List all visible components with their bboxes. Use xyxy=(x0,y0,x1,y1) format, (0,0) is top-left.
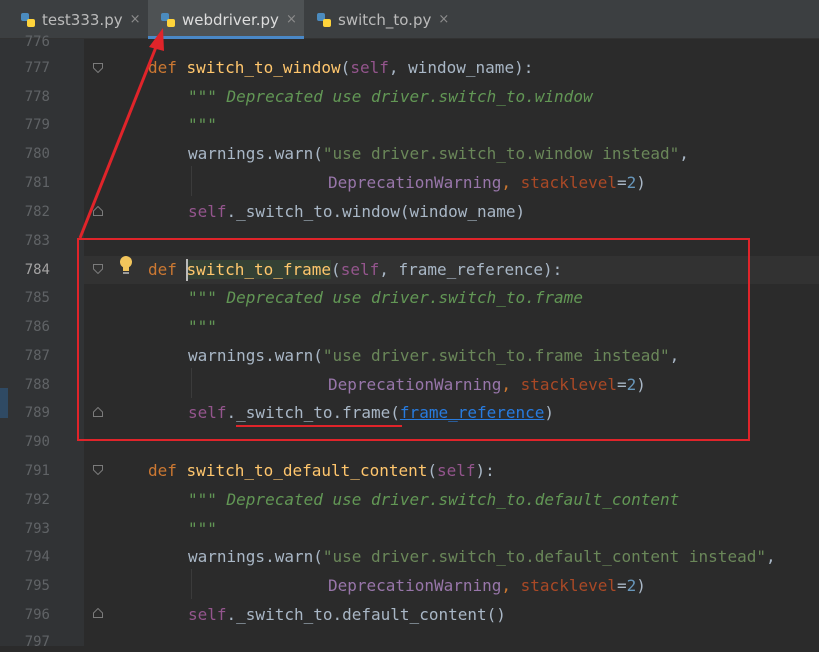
self-keyword: self xyxy=(188,605,227,624)
python-file-icon xyxy=(160,12,176,28)
string-literal: "use driver.switch_to.default_content in… xyxy=(322,547,766,566)
code-text: ._switch_to.default_content() xyxy=(226,605,506,624)
line-number: 796 xyxy=(24,607,50,623)
line-number: 788 xyxy=(24,377,50,393)
keyword-argument: stacklevel xyxy=(520,173,617,192)
code-text: warnings.warn( xyxy=(188,144,323,163)
line-number: 776 xyxy=(24,34,50,50)
code-line-777: def switch_to_window(self, window_name): xyxy=(148,57,533,79)
keyword-argument: stacklevel xyxy=(520,576,617,595)
code-text: ): xyxy=(475,461,495,480)
code-text: , xyxy=(501,576,521,595)
line-number: 791 xyxy=(24,463,50,479)
fold-icon[interactable] xyxy=(93,608,103,618)
close-icon[interactable]: × xyxy=(286,12,297,27)
line-number: 785 xyxy=(24,290,50,306)
line-number: 780 xyxy=(24,146,50,162)
code-line-782: self._switch_to.window(window_name) xyxy=(188,201,525,223)
docstring: """ xyxy=(188,115,217,134)
code-text: ._switch_to.window(window_name) xyxy=(226,202,526,221)
line-number: 786 xyxy=(24,319,50,335)
line-number: 797 xyxy=(24,634,50,650)
code-text: ( xyxy=(427,461,438,480)
code-line-795: DeprecationWarning, stacklevel=2) xyxy=(328,575,646,597)
code-text: = xyxy=(616,173,627,192)
tab-label: test333.py xyxy=(42,10,123,29)
code-text: warnings.warn( xyxy=(188,547,323,566)
class-name: DeprecationWarning xyxy=(328,576,502,595)
fold-icon[interactable] xyxy=(93,63,103,73)
line-number: 783 xyxy=(24,233,50,249)
number-literal: 2 xyxy=(626,173,637,192)
line-number: 779 xyxy=(24,117,50,133)
docstring: """ Deprecated use driver.switch_to.wind… xyxy=(188,87,593,106)
code-text: ) xyxy=(636,173,646,192)
code-text: ( xyxy=(340,58,351,77)
code-line-791: def switch_to_default_content(self): xyxy=(148,460,495,482)
indent-guide xyxy=(191,569,192,599)
line-number: 793 xyxy=(24,521,50,537)
code-line-781: DeprecationWarning, stacklevel=2) xyxy=(328,172,646,194)
function-name[interactable]: switch_to_default_content xyxy=(187,461,428,480)
code-line-779: """ xyxy=(188,114,217,136)
close-icon[interactable]: × xyxy=(130,12,141,27)
self-keyword: self xyxy=(437,461,476,480)
number-literal: 2 xyxy=(626,576,637,595)
line-number: 789 xyxy=(24,405,50,421)
code-line-793: """ xyxy=(188,518,217,540)
self-keyword: self xyxy=(188,202,227,221)
tab-label: switch_to.py xyxy=(338,10,432,29)
code-text: , xyxy=(679,144,689,163)
close-icon[interactable]: × xyxy=(438,12,449,27)
self-keyword: self xyxy=(350,58,389,77)
code-line-780: warnings.warn("use driver.switch_to.wind… xyxy=(188,143,689,165)
keyword-def: def xyxy=(148,58,177,77)
docstring: """ Deprecated use driver.switch_to.defa… xyxy=(188,490,680,509)
code-text: = xyxy=(616,576,627,595)
tab-switch-to[interactable]: switch_to.py × xyxy=(304,0,454,39)
class-name: DeprecationWarning xyxy=(328,173,502,192)
docstring: """ xyxy=(188,519,217,538)
line-number: 794 xyxy=(24,549,50,565)
code-line-778: """ Deprecated use driver.switch_to.wind… xyxy=(188,86,593,108)
line-number: 787 xyxy=(24,348,50,364)
line-number: 777 xyxy=(24,60,50,76)
python-file-icon xyxy=(20,12,36,28)
line-number: 792 xyxy=(24,492,50,508)
annotation-underline xyxy=(236,425,402,427)
string-literal: "use driver.switch_to.window instead" xyxy=(322,144,680,163)
code-text: , xyxy=(765,547,776,566)
code-line-796: self._switch_to.default_content() xyxy=(188,604,506,626)
fold-icon[interactable] xyxy=(93,465,103,475)
code-text: ) xyxy=(636,576,646,595)
code-line-794: warnings.warn("use driver.switch_to.defa… xyxy=(188,546,776,568)
line-number: 778 xyxy=(24,89,50,105)
code-text: , window_name): xyxy=(388,58,534,77)
python-file-icon xyxy=(316,12,332,28)
line-number: 790 xyxy=(24,434,50,450)
tab-label: webdriver.py xyxy=(182,10,279,29)
function-name[interactable]: switch_to_window xyxy=(187,58,341,77)
keyword-def: def xyxy=(148,461,177,480)
code-line-792: """ Deprecated use driver.switch_to.defa… xyxy=(188,489,679,511)
annotation-highlight-box xyxy=(77,238,750,441)
line-number: 795 xyxy=(24,578,50,594)
indent-guide xyxy=(191,166,192,196)
fold-icon[interactable] xyxy=(93,206,103,216)
line-number: 781 xyxy=(24,175,50,191)
code-text: , xyxy=(501,173,521,192)
tab-webdriver[interactable]: webdriver.py × xyxy=(148,0,304,39)
editor-tab-bar: test333.py × webdriver.py × switch_to.py… xyxy=(0,0,819,39)
line-number-current: 784 xyxy=(24,262,50,278)
line-number: 782 xyxy=(24,204,50,220)
